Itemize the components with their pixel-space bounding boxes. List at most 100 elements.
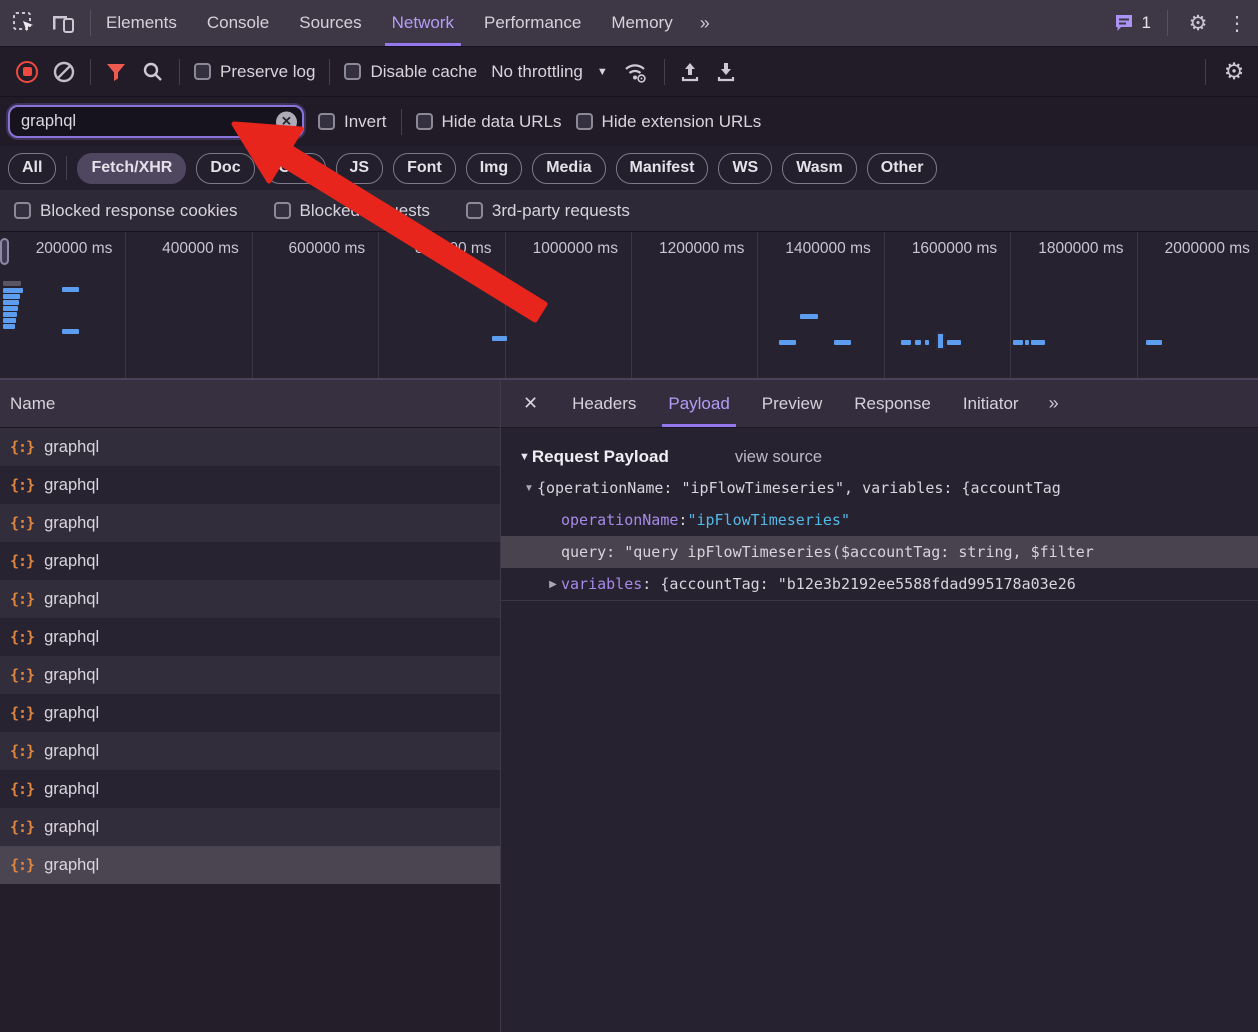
fetch-json-icon: {:} [10, 590, 34, 608]
detail-tab-headers[interactable]: Headers [556, 380, 652, 427]
overview-left-grip[interactable] [0, 238, 9, 265]
waterfall-bar[interactable] [1013, 340, 1023, 345]
filter-toggle-icon[interactable] [105, 61, 127, 83]
timeline-tick: 2000000 ms [1138, 232, 1258, 378]
chip-doc[interactable]: Doc [196, 153, 254, 184]
waterfall-bar[interactable] [936, 332, 945, 350]
detail-tab-preview[interactable]: Preview [746, 380, 838, 427]
hide-data-urls-checkbox[interactable]: Hide data URLs [416, 112, 562, 132]
payload-line[interactable]: ▶variables: {accountTag: "b12e3b2192ee55… [501, 568, 1258, 600]
waterfall-bar[interactable] [3, 306, 18, 311]
request-row[interactable]: {:}graphql [0, 542, 500, 580]
chip-img[interactable]: Img [466, 153, 522, 184]
request-row[interactable]: {:}graphql [0, 846, 500, 884]
chip-media[interactable]: Media [532, 153, 605, 184]
inspect-element-icon[interactable] [12, 11, 36, 35]
filter-input[interactable] [8, 105, 304, 138]
waterfall-bar[interactable] [779, 340, 796, 345]
tab-performance[interactable]: Performance [469, 0, 596, 46]
waterfall-bar[interactable] [3, 300, 19, 305]
disable-cache-checkbox[interactable]: Disable cache [344, 62, 477, 82]
payload-line[interactable]: query: "query ipFlowTimeseries($accountT… [501, 536, 1258, 568]
request-row[interactable]: {:}graphql [0, 770, 500, 808]
checkbox-label: Invert [344, 112, 387, 132]
chip-fetch-xhr[interactable]: Fetch/XHR [77, 153, 186, 184]
chip-js[interactable]: JS [336, 153, 384, 184]
waterfall-bar[interactable] [925, 340, 929, 345]
request-row[interactable]: {:}graphql [0, 732, 500, 770]
3rd-party-requests-checkbox[interactable]: 3rd-party requests [466, 201, 630, 221]
waterfall-bar[interactable] [915, 340, 921, 345]
waterfall-bar[interactable] [3, 294, 20, 299]
chip-css[interactable]: CSS [265, 153, 326, 184]
hide-extension-urls-checkbox[interactable]: Hide extension URLs [576, 112, 762, 132]
expand-icon[interactable]: ▶ [545, 579, 561, 590]
waterfall-bar[interactable] [1025, 340, 1029, 345]
waterfall-bar[interactable] [62, 287, 79, 292]
waterfall-bar[interactable] [3, 318, 16, 323]
tab-elements[interactable]: Elements [91, 0, 192, 46]
network-overview-timeline[interactable]: 200000 ms400000 ms600000 ms800000 ms1000… [0, 232, 1258, 380]
settings-gear-icon[interactable]: ⚙ [1184, 9, 1212, 37]
waterfall-bar[interactable] [492, 336, 507, 341]
console-messages-badge[interactable]: 1 [1113, 12, 1151, 34]
tab-memory[interactable]: Memory [596, 0, 687, 46]
chip-all[interactable]: All [8, 153, 56, 184]
waterfall-bar[interactable] [947, 340, 961, 345]
preserve-log-checkbox[interactable]: Preserve log [194, 62, 315, 82]
payload-line[interactable]: operationName: "ipFlowTimeseries" [501, 504, 1258, 536]
request-row[interactable]: {:}graphql [0, 618, 500, 656]
more-tabs-icon[interactable]: » [688, 0, 724, 46]
export-har-icon[interactable] [715, 60, 737, 84]
record-network-log-button[interactable] [16, 61, 38, 83]
request-row[interactable]: {:}graphql [0, 580, 500, 618]
detail-more-tabs-icon[interactable]: » [1035, 380, 1075, 427]
name-column-header[interactable]: Name [0, 380, 500, 428]
search-icon[interactable] [141, 60, 165, 84]
request-row[interactable]: {:}graphql [0, 504, 500, 542]
waterfall-bar[interactable] [62, 329, 79, 334]
waterfall-bar[interactable] [3, 324, 15, 329]
kebab-menu-icon[interactable]: ⋮ [1228, 9, 1246, 37]
chip-wasm[interactable]: Wasm [782, 153, 857, 184]
chip-ws[interactable]: WS [718, 153, 772, 184]
network-settings-gear-icon[interactable]: ⚙ [1220, 58, 1248, 86]
collapse-icon[interactable]: ▼ [521, 483, 537, 494]
tab-console[interactable]: Console [192, 0, 284, 46]
waterfall-bar[interactable] [901, 340, 911, 345]
close-detail-icon[interactable]: ✕ [501, 380, 556, 427]
waterfall-bar[interactable] [834, 340, 851, 345]
clear-network-log-button[interactable] [52, 60, 76, 84]
waterfall-bar[interactable] [1146, 340, 1162, 345]
clear-filter-icon[interactable]: ✕ [276, 111, 297, 132]
device-toolbar-icon[interactable] [50, 11, 76, 35]
detail-tab-payload[interactable]: Payload [652, 380, 745, 427]
chip-font[interactable]: Font [393, 153, 456, 184]
chip-other[interactable]: Other [867, 153, 938, 184]
checkbox-label: Blocked requests [300, 201, 430, 221]
blocked-requests-checkbox[interactable]: Blocked requests [274, 201, 430, 221]
chip-manifest[interactable]: Manifest [616, 153, 709, 184]
throttling-dropdown[interactable]: No throttling ▼ [491, 62, 608, 82]
request-row[interactable]: {:}graphql [0, 808, 500, 846]
detail-tab-initiator[interactable]: Initiator [947, 380, 1035, 427]
request-payload-title[interactable]: ▼ Request Payload [519, 447, 669, 467]
request-row[interactable]: {:}graphql [0, 466, 500, 504]
import-har-icon[interactable] [679, 60, 701, 84]
tab-network[interactable]: Network [377, 0, 469, 46]
payload-line[interactable]: ▼{operationName: "ipFlowTimeseries", var… [501, 472, 1258, 504]
blocked-response-cookies-checkbox[interactable]: Blocked response cookies [14, 201, 238, 221]
view-source-link[interactable]: view source [735, 448, 822, 467]
waterfall-bar[interactable] [3, 281, 21, 286]
invert-checkbox[interactable]: Invert [318, 112, 387, 132]
waterfall-bar[interactable] [3, 312, 17, 317]
request-row[interactable]: {:}graphql [0, 656, 500, 694]
request-row[interactable]: {:}graphql [0, 428, 500, 466]
tab-sources[interactable]: Sources [284, 0, 376, 46]
waterfall-bar[interactable] [800, 314, 818, 319]
network-conditions-icon[interactable] [622, 60, 650, 84]
request-row[interactable]: {:}graphql [0, 694, 500, 732]
waterfall-bar[interactable] [3, 288, 23, 293]
waterfall-bar[interactable] [1031, 340, 1045, 345]
detail-tab-response[interactable]: Response [838, 380, 947, 427]
